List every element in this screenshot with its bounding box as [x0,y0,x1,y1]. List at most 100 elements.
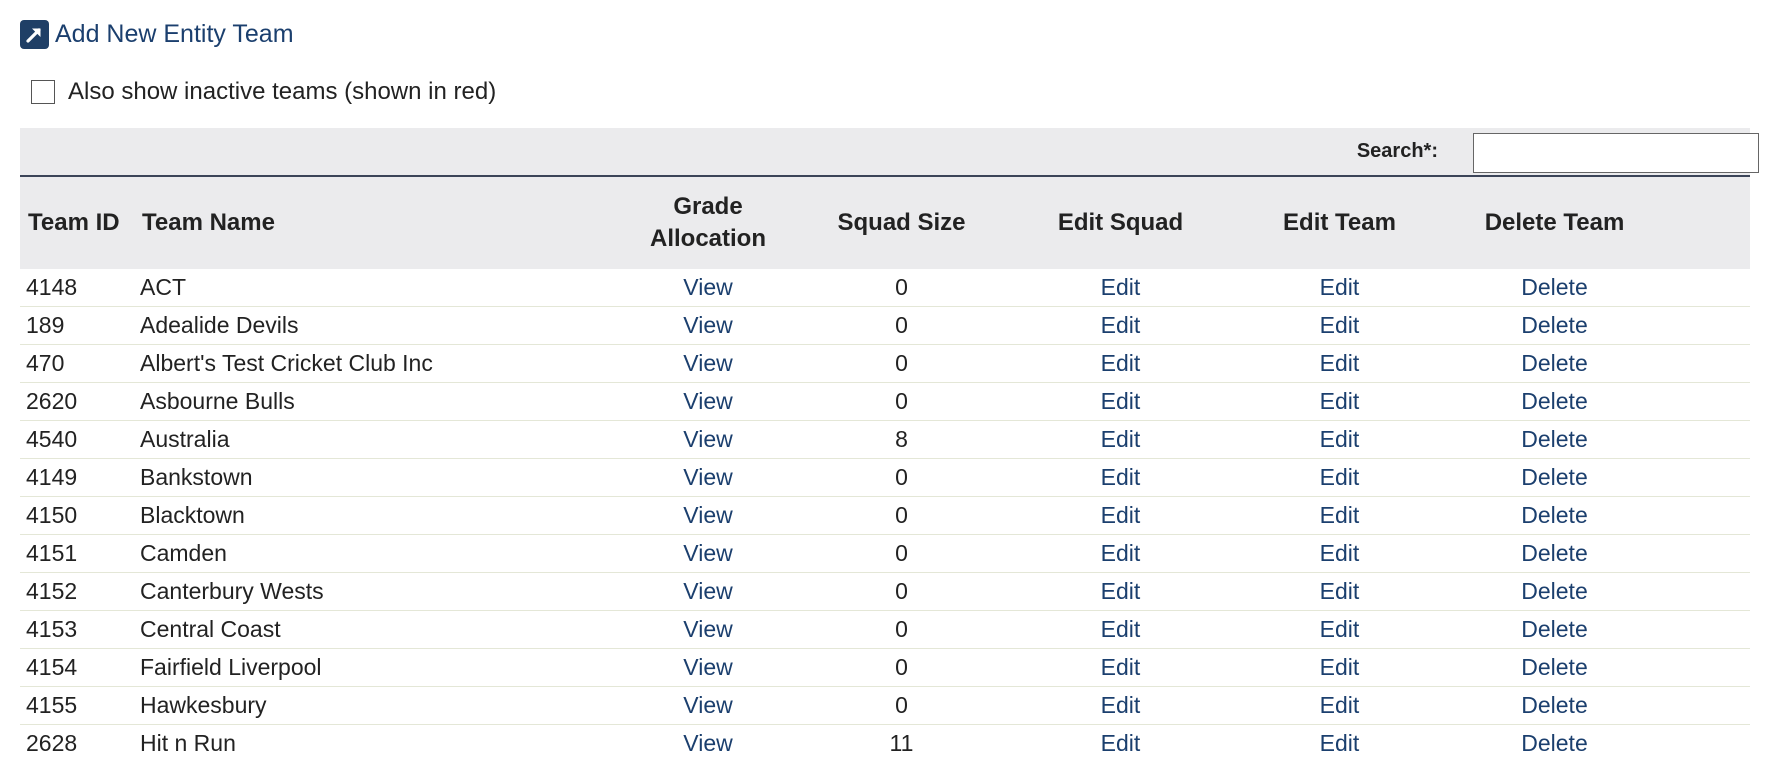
grade-allocation-view-link[interactable]: View [683,730,732,756]
table-row: 4540 Australia View 8 Edit Edit Delete [20,420,1750,459]
edit-team-link[interactable]: Edit [1320,426,1360,452]
edit-team-link[interactable]: Edit [1320,540,1360,566]
edit-team-link[interactable]: Edit [1320,578,1360,604]
edit-squad-link[interactable]: Edit [1101,388,1141,414]
delete-team-link[interactable]: Delete [1521,274,1587,300]
table-header-row: Team ID Team Name Grade Allocation Squad… [20,177,1750,269]
grade-allocation-view-link[interactable]: View [683,578,732,604]
table-row: 4154 Fairfield Liverpool View 0 Edit Edi… [20,648,1750,687]
table-row: 4153 Central Coast View 0 Edit Edit Dele… [20,610,1750,649]
edit-squad-link[interactable]: Edit [1101,578,1141,604]
edit-squad-link[interactable]: Edit [1101,502,1141,528]
team-name-cell: ACT [134,269,624,307]
team-name-cell: Central Coast [134,610,624,649]
edit-squad-link[interactable]: Edit [1101,464,1141,490]
squad-size-cell: 0 [792,686,1011,725]
edit-squad-link[interactable]: Edit [1101,312,1141,338]
delete-team-link[interactable]: Delete [1521,692,1587,718]
edit-squad-link[interactable]: Edit [1101,692,1141,718]
edit-team-link[interactable]: Edit [1320,730,1360,756]
column-header-squad-size[interactable]: Squad Size [792,177,1011,269]
column-header-edit-team[interactable]: Edit Team [1230,177,1449,269]
squad-size-cell: 0 [792,648,1011,687]
grade-allocation-header-line1: Grade [673,193,743,220]
team-id-cell: 4153 [20,610,134,649]
edit-squad-link[interactable]: Edit [1101,616,1141,642]
edit-team-link[interactable]: Edit [1320,274,1360,300]
table-row: 4150 Blacktown View 0 Edit Edit Delete [20,496,1750,535]
grade-allocation-view-link[interactable]: View [683,654,732,680]
show-inactive-label: Also show inactive teams (shown in red) [68,78,497,105]
edit-squad-link[interactable]: Edit [1101,350,1141,376]
team-name-cell: Camden [134,534,624,573]
grade-allocation-view-link[interactable]: View [683,502,732,528]
team-id-cell: 4154 [20,648,134,687]
edit-squad-link[interactable]: Edit [1101,274,1141,300]
edit-team-link[interactable]: Edit [1320,692,1360,718]
column-header-edit-squad[interactable]: Edit Squad [1011,177,1230,269]
delete-team-link[interactable]: Delete [1521,388,1587,414]
squad-size-cell: 0 [792,344,1011,383]
edit-squad-link[interactable]: Edit [1101,426,1141,452]
squad-size-cell: 0 [792,534,1011,573]
team-id-cell: 4540 [20,420,134,459]
column-header-grade-allocation[interactable]: Grade Allocation [624,177,792,269]
grade-allocation-view-link[interactable]: View [683,692,732,718]
grade-allocation-view-link[interactable]: View [683,388,732,414]
edit-team-link[interactable]: Edit [1320,616,1360,642]
squad-size-cell: 8 [792,420,1011,459]
team-id-cell: 189 [20,306,134,345]
team-name-cell: Blacktown [134,496,624,535]
edit-team-link[interactable]: Edit [1320,388,1360,414]
table-row: 4149 Bankstown View 0 Edit Edit Delete [20,458,1750,497]
show-inactive-checkbox[interactable] [31,80,55,104]
edit-team-link[interactable]: Edit [1320,312,1360,338]
grade-allocation-view-link[interactable]: View [683,616,732,642]
table-row: 4155 Hawkesbury View 0 Edit Edit Delete [20,686,1750,725]
delete-team-link[interactable]: Delete [1521,502,1587,528]
delete-team-link[interactable]: Delete [1521,730,1587,756]
team-name-cell: Australia [134,420,624,459]
grade-allocation-view-link[interactable]: View [683,350,732,376]
grade-allocation-view-link[interactable]: View [683,312,732,338]
grade-allocation-view-link[interactable]: View [683,464,732,490]
edit-squad-link[interactable]: Edit [1101,730,1141,756]
squad-size-cell: 0 [792,610,1011,649]
edit-squad-link[interactable]: Edit [1101,540,1141,566]
delete-team-link[interactable]: Delete [1521,616,1587,642]
team-id-cell: 4151 [20,534,134,573]
delete-team-link[interactable]: Delete [1521,578,1587,604]
delete-team-link[interactable]: Delete [1521,464,1587,490]
edit-team-link[interactable]: Edit [1320,464,1360,490]
team-name-cell: Bankstown [134,458,624,497]
grade-allocation-view-link[interactable]: View [683,274,732,300]
grade-allocation-view-link[interactable]: View [683,540,732,566]
delete-team-link[interactable]: Delete [1521,654,1587,680]
delete-team-link[interactable]: Delete [1521,350,1587,376]
team-name-cell: Fairfield Liverpool [134,648,624,687]
edit-squad-link[interactable]: Edit [1101,654,1141,680]
add-new-entity-team-link[interactable]: Add New Entity Team [20,20,294,49]
column-header-delete-team[interactable]: Delete Team [1449,177,1750,269]
delete-team-link[interactable]: Delete [1521,426,1587,452]
delete-team-link[interactable]: Delete [1521,540,1587,566]
table-row: 2628 Hit n Run View 11 Edit Edit Delete [20,724,1750,760]
add-new-entity-team-label: Add New Entity Team [55,20,294,48]
edit-team-link[interactable]: Edit [1320,350,1360,376]
table-row: 470 Albert's Test Cricket Club Inc View … [20,344,1750,383]
entity-teams-page: Add New Entity Team Also show inactive t… [0,0,1776,760]
search-label: Search*: [1356,140,1438,162]
table-row: 4148 ACT View 0 Edit Edit Delete [20,269,1750,307]
grade-allocation-view-link[interactable]: View [683,426,732,452]
edit-team-link[interactable]: Edit [1320,502,1360,528]
column-header-team-name[interactable]: Team Name [134,177,624,269]
team-name-cell: Hawkesbury [134,686,624,725]
team-id-cell: 4152 [20,572,134,611]
table-row: 4151 Camden View 0 Edit Edit Delete [20,534,1750,573]
search-input[interactable] [1473,133,1759,173]
squad-size-cell: 0 [792,382,1011,421]
teams-table: Team ID Team Name Grade Allocation Squad… [20,177,1750,760]
column-header-team-id[interactable]: Team ID [20,177,134,269]
edit-team-link[interactable]: Edit [1320,654,1360,680]
delete-team-link[interactable]: Delete [1521,312,1587,338]
